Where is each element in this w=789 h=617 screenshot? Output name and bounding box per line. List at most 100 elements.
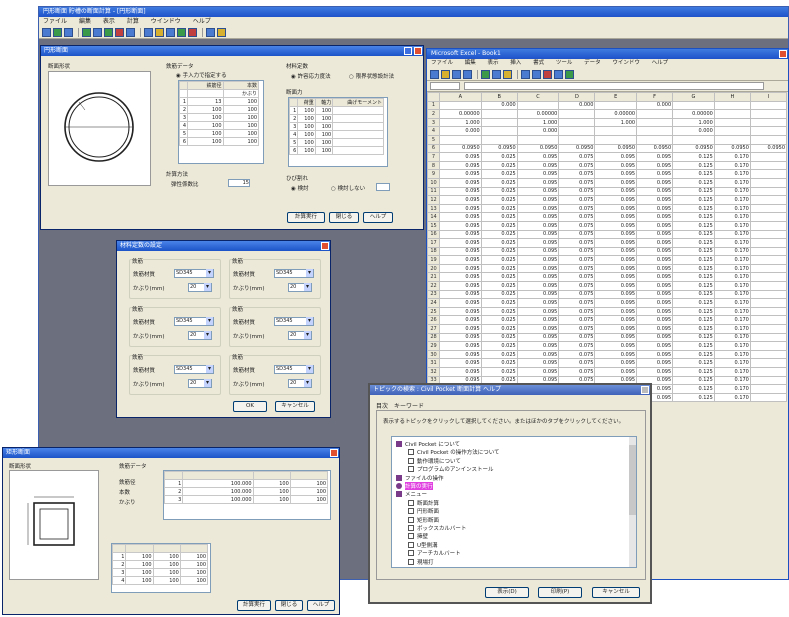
cell[interactable] (749, 263, 788, 274)
radio-crack-yes[interactable]: ◉ 検討 (291, 184, 309, 192)
menu-item-file[interactable]: ファイル (43, 18, 67, 25)
cell[interactable]: 1.000 (672, 117, 715, 128)
cell[interactable]: 0.095 (594, 315, 638, 326)
row-header[interactable]: 26 (427, 315, 440, 326)
chart-icon[interactable] (565, 69, 574, 79)
row-header[interactable]: 7 (427, 152, 440, 162)
row-header[interactable]: 8 (427, 160, 440, 171)
cell[interactable]: 0.170 (713, 324, 751, 334)
cell[interactable]: 0.095 (636, 358, 674, 368)
cell[interactable]: 0.095 (516, 212, 560, 222)
cell[interactable] (480, 126, 518, 136)
cell[interactable]: 0.095 (636, 255, 674, 265)
cell[interactable]: 0.095 (594, 186, 638, 197)
cell[interactable] (713, 117, 751, 128)
row-header[interactable]: 12 (427, 195, 440, 205)
cell[interactable] (558, 117, 596, 128)
cover-select[interactable]: 20 (188, 379, 212, 388)
help-topic-item[interactable]: ファイルの操作 (396, 474, 444, 482)
cell[interactable]: 0.170 (713, 203, 751, 214)
cell[interactable]: 0.095 (439, 263, 482, 274)
cell[interactable]: 0.095 (636, 229, 674, 240)
cell[interactable]: 0.095 (516, 281, 560, 291)
cell[interactable]: 0.025 (480, 220, 518, 231)
cell[interactable]: 0.095 (594, 263, 638, 274)
menu-item-help[interactable]: ヘルプ (193, 18, 211, 25)
cell[interactable]: 0.095 (439, 220, 482, 231)
cell[interactable]: 0.125 (672, 203, 715, 214)
cancel-button[interactable]: キャンセル (275, 401, 315, 412)
cell[interactable] (749, 160, 788, 171)
column-header[interactable]: H (713, 92, 751, 102)
cell[interactable]: 0.095 (439, 195, 482, 205)
cell[interactable]: 0.025 (480, 289, 518, 300)
cell[interactable]: 0.095 (439, 324, 482, 334)
cell[interactable]: 0.095 (439, 203, 482, 214)
row-header[interactable]: 25 (427, 306, 440, 317)
cell[interactable]: 0.095 (516, 358, 560, 368)
cell[interactable] (749, 212, 788, 222)
table-row[interactable]: 6 100 100 (288, 146, 384, 155)
excel-menu-insert[interactable]: 挿入 (510, 60, 521, 66)
cell[interactable]: 0.0950 (713, 143, 751, 154)
cell[interactable]: 0.095 (594, 212, 638, 222)
cell[interactable]: 0.125 (672, 349, 715, 360)
row-header[interactable]: 10 (427, 177, 440, 188)
row-header[interactable]: 18 (427, 246, 440, 257)
cell[interactable]: 0.095 (439, 238, 482, 248)
print-icon[interactable] (463, 69, 472, 79)
cell[interactable]: 0.125 (672, 152, 715, 162)
cell[interactable]: 0.025 (480, 349, 518, 360)
rect-help-button[interactable]: ヘルプ (307, 600, 335, 611)
cell[interactable]: 0.095 (636, 220, 674, 231)
cell[interactable]: 0.095 (439, 367, 482, 377)
table-row[interactable]: 1 100 100 100 (111, 552, 209, 561)
cut-icon[interactable] (481, 69, 490, 79)
cell[interactable]: 0.095 (594, 298, 638, 308)
cell[interactable]: 0.170 (713, 289, 751, 300)
close-icon[interactable] (330, 449, 338, 457)
cell[interactable]: 0.095 (439, 332, 482, 343)
cell[interactable] (672, 100, 715, 111)
excel-menu-edit[interactable]: 編集 (465, 60, 476, 66)
cell[interactable]: 0.025 (480, 358, 518, 368)
cell[interactable] (672, 134, 715, 145)
cell[interactable]: 0.075 (558, 203, 596, 214)
cell[interactable]: 0.170 (713, 246, 751, 257)
cell[interactable]: 0.095 (636, 169, 674, 179)
cell[interactable]: 0.025 (480, 281, 518, 291)
cell[interactable]: 0.025 (480, 324, 518, 334)
cell[interactable] (749, 100, 788, 111)
cell[interactable]: 0.075 (558, 263, 596, 274)
cell[interactable]: 0.025 (480, 298, 518, 308)
cell[interactable]: 0.075 (558, 332, 596, 343)
cell[interactable]: 0.00000 (516, 109, 560, 119)
cell[interactable] (749, 298, 788, 308)
cell[interactable]: 0.170 (713, 375, 751, 386)
cell[interactable]: 0.000 (558, 100, 596, 111)
cell[interactable]: 0.095 (516, 246, 560, 257)
cell[interactable]: 0.075 (558, 306, 596, 317)
cell[interactable]: 0.125 (672, 212, 715, 222)
row-header[interactable]: 27 (427, 324, 440, 334)
row-header[interactable]: 1 (427, 100, 440, 111)
row-header[interactable]: 17 (427, 238, 440, 248)
cell[interactable] (636, 109, 674, 119)
radio-manual[interactable]: ◉ 手入力で指定する (176, 71, 227, 79)
cell[interactable] (480, 117, 518, 128)
cell[interactable]: 0.125 (672, 392, 715, 403)
row-header[interactable]: 11 (427, 186, 440, 197)
cell[interactable] (749, 392, 788, 403)
cell[interactable]: 0.095 (439, 169, 482, 179)
cell[interactable] (749, 177, 788, 188)
cell[interactable]: 0.095 (439, 358, 482, 368)
cell[interactable]: 0.125 (672, 263, 715, 274)
help-topic-item[interactable]: 計算の実行 (396, 482, 433, 490)
cell[interactable]: 0.095 (594, 160, 638, 171)
cell[interactable]: 0.095 (594, 238, 638, 248)
cell[interactable]: 0.125 (672, 186, 715, 197)
cell[interactable]: 1.000 (439, 117, 482, 128)
row-header[interactable]: 13 (427, 203, 440, 214)
cell[interactable] (439, 134, 482, 145)
cell[interactable]: 0.095 (594, 349, 638, 360)
